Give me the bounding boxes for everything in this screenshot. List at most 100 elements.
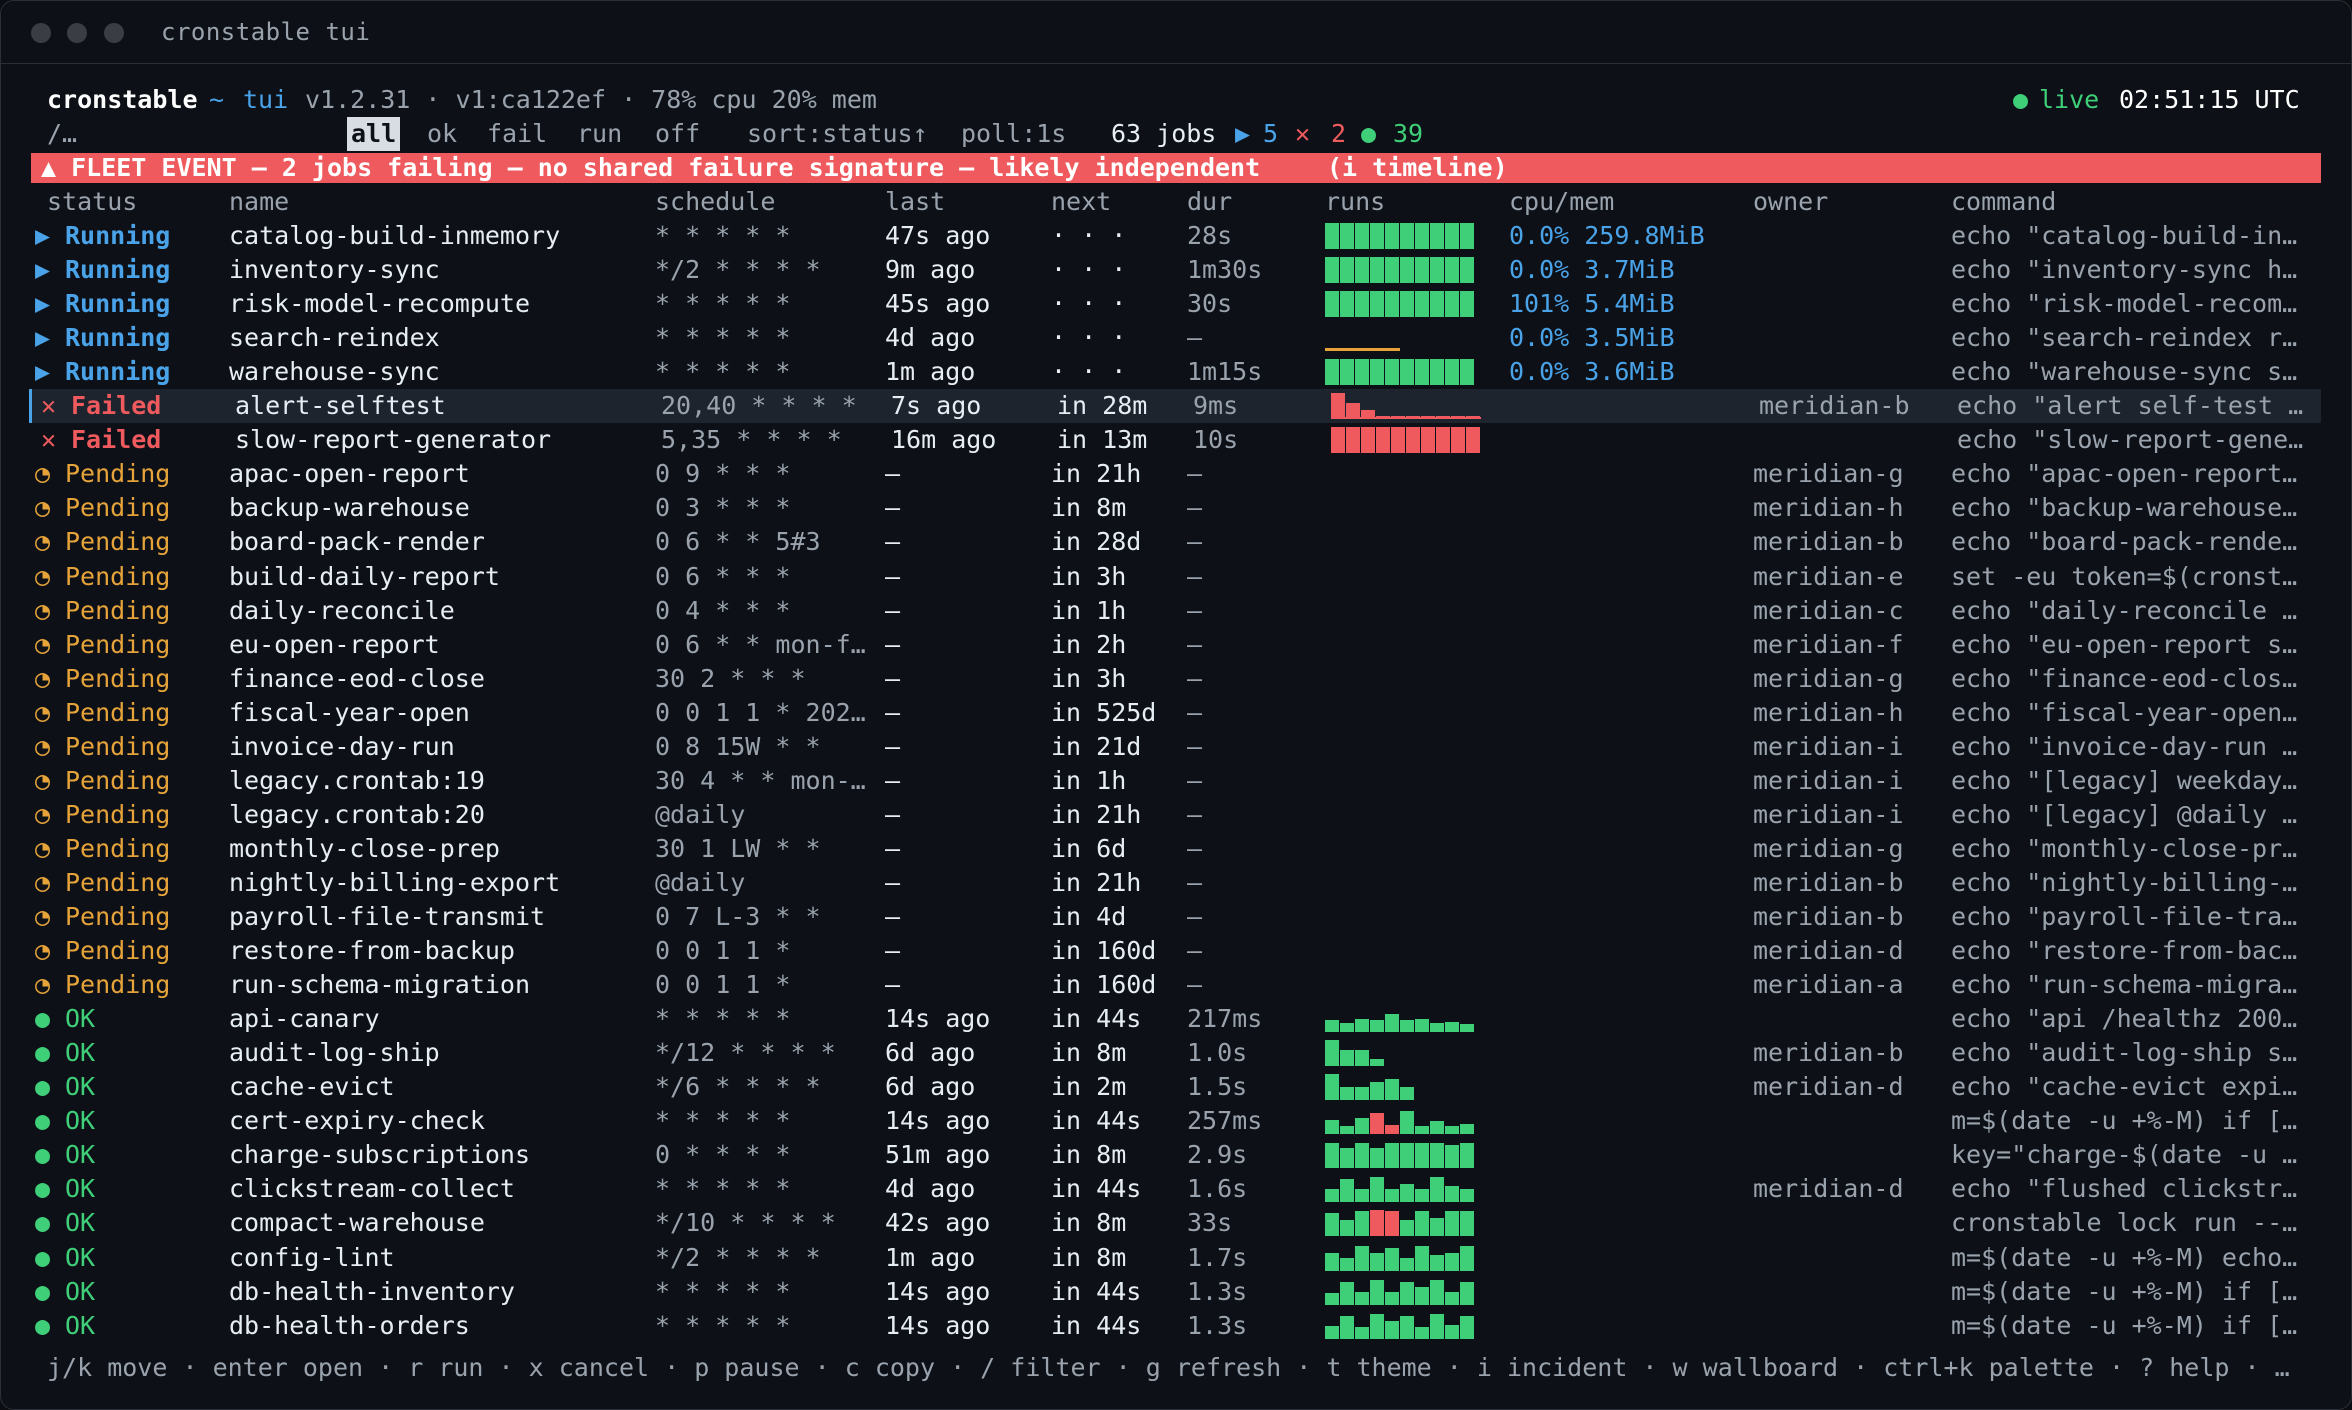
running-icon: ▶ (35, 323, 51, 353)
table-row[interactable]: ● OK clickstream-collect * * * * * 4d ago in … (31, 1172, 2321, 1206)
col-name[interactable]: name (229, 185, 289, 219)
status-label: Pending (65, 697, 171, 727)
table-row[interactable]: ✕ Failed slow-report-generator 5,35 * * * *… (31, 423, 2321, 457)
runs-sparkline (1325, 325, 1477, 352)
tab-fail[interactable]: fail (487, 117, 547, 151)
job-owner: meridian-b (1753, 902, 1904, 931)
pending-icon: ◔ (35, 867, 51, 897)
table-row[interactable]: ◔ Pending payroll-file-transmit 0 7 L-3 * *… (31, 900, 2321, 934)
maximize-dot[interactable] (104, 23, 124, 43)
job-name: legacy.crontab:20 (229, 799, 485, 829)
table-row[interactable]: ◔ Pending finance-eod-close 30 2 * * * — in 3… (31, 662, 2321, 696)
ok-icon: ● (35, 1310, 51, 1340)
table-row[interactable]: ▶ Running catalog-build-inmemory * * * * * 4… (31, 219, 2321, 253)
table-row[interactable]: ◔ Pending nightly-billing-export @daily — in … (31, 866, 2321, 900)
table-row[interactable]: ✕ Failed alert-selftest 20,40 * * * * 7s ago… (29, 389, 2321, 424)
table-row[interactable]: ◔ Pending backup-warehouse 0 3 * * * — in 8m —… (31, 491, 2321, 525)
table-row[interactable]: ◔ Pending monthly-close-prep 30 1 LW * * — in… (31, 832, 2321, 866)
job-duration: — (1187, 731, 1203, 761)
job-name: monthly-close-prep (229, 833, 500, 863)
table-row[interactable]: ● OK api-canary * * * * * 14s ago in 44s 217ms… (31, 1002, 2321, 1036)
job-cpu-mem: 0.0% 3.7MiB (1509, 255, 1675, 285)
table-row[interactable]: ● OK compact-warehouse */10 * * * * 42s ago i… (31, 1206, 2321, 1240)
job-name: charge-subscriptions (229, 1140, 531, 1170)
running-icon: ▶ (35, 289, 51, 319)
job-next-run: in 13m (1057, 425, 1148, 455)
job-command: echo "fiscal-year-open… (1951, 697, 2298, 727)
table-row[interactable]: ◔ Pending fiscal-year-open 0 0 1 1 * 202… — i… (31, 696, 2321, 730)
table-row[interactable]: ● OK cache-evict */6 * * * * 6d ago in 2m 1.5s… (31, 1070, 2321, 1104)
fleet-event-banner[interactable]: ▲ FLEET EVENT — 2 jobs failing — no shar… (31, 153, 2321, 183)
sparkline-bar (1415, 1326, 1429, 1339)
sparkline-bar (1355, 1189, 1369, 1203)
runs-sparkline (1325, 1176, 1477, 1203)
table-row[interactable]: ● OK db-health-orders * * * * * 14s ago in 44… (31, 1309, 2321, 1343)
close-dot[interactable] (31, 23, 51, 43)
job-name: search-reindex (229, 323, 440, 353)
tab-off[interactable]: off (655, 117, 700, 151)
col-next[interactable]: next (1051, 185, 1111, 219)
banner-timeline-action[interactable]: (i timeline) (1327, 153, 1508, 183)
col-status[interactable]: status (47, 185, 137, 219)
job-name: eu-open-report (229, 629, 440, 659)
pending-icon: ◔ (35, 765, 51, 795)
job-name: run-schema-migration (229, 970, 531, 1000)
job-schedule: 0 6 * * * (655, 561, 791, 591)
table-row[interactable]: ● OK cert-expiry-check * * * * * 14s ago in 4… (31, 1104, 2321, 1138)
table-row[interactable]: ● OK db-health-inventory * * * * * 14s ago in… (31, 1275, 2321, 1309)
sort-indicator[interactable]: sort:status↑ (747, 117, 928, 151)
table-row[interactable]: ● OK config-lint */2 * * * * 1m ago in 8m 1.7s… (31, 1241, 2321, 1275)
table-row[interactable]: ◔ Pending daily-reconcile 0 4 * * * — in 1h — m… (31, 594, 2321, 628)
col-command[interactable]: command (1951, 185, 2056, 219)
sparkline-bar (1355, 291, 1369, 318)
tab-run[interactable]: run (577, 117, 622, 151)
table-row[interactable]: ▶ Running warehouse-sync * * * * * 1m ago · ·… (31, 355, 2321, 389)
sparkline-bar (1451, 427, 1465, 454)
sparkline-bar (1400, 1315, 1414, 1339)
table-row[interactable]: ◔ Pending legacy.crontab:19 30 4 * * mon-… —… (31, 764, 2321, 798)
job-owner: meridian-b (1753, 867, 1904, 897)
job-last-run: 4d ago (885, 1174, 976, 1204)
minimize-dot[interactable] (67, 23, 87, 43)
col-last[interactable]: last (885, 185, 945, 219)
table-row[interactable]: ◔ Pending eu-open-report 0 6 * * mon-f… — in … (31, 628, 2321, 662)
col-owner[interactable]: owner (1753, 185, 1828, 219)
table-row[interactable]: ◔ Pending run-schema-migration 0 0 1 1 * — in… (31, 968, 2321, 1002)
tab-all[interactable]: all (347, 117, 401, 151)
runs-sparkline (1325, 1040, 1477, 1067)
table-row[interactable]: ◔ Pending invoice-day-run 0 8 15W * * — in 21… (31, 730, 2321, 764)
col-schedule[interactable]: schedule (655, 185, 775, 219)
col-cpu-mem[interactable]: cpu/mem (1509, 185, 1614, 219)
table-row[interactable]: ▶ Running risk-model-recompute * * * * * 45s… (31, 287, 2321, 321)
sparkline-bar (1430, 257, 1444, 284)
sparkline-bar (1355, 1050, 1369, 1067)
table-row[interactable]: ◔ Pending apac-open-report 0 9 * * * — in 21h… (31, 457, 2321, 491)
sparkline-bar (1400, 257, 1414, 284)
sparkline-bar (1385, 257, 1399, 284)
job-duration: — (1187, 936, 1203, 966)
tab-ok[interactable]: ok (427, 117, 457, 151)
sparkline-bar (1460, 1245, 1474, 1271)
status-label: Running (65, 323, 171, 353)
table-row[interactable]: ◔ Pending board-pack-render 0 6 * * 5#3 — in … (31, 525, 2321, 559)
job-schedule: */6 * * * * (655, 1072, 821, 1102)
table-row[interactable]: ▶ Running search-reindex * * * * * 4d ago · ·… (31, 321, 2321, 355)
col-runs[interactable]: runs (1325, 185, 1385, 219)
table-row[interactable]: ◔ Pending restore-from-backup 0 0 1 1 * — in … (31, 934, 2321, 968)
job-schedule: 0 6 * * 5#3 (655, 527, 821, 557)
table-row[interactable]: ◔ Pending legacy.crontab:20 @daily — in 21h — m… (31, 798, 2321, 832)
table-row[interactable]: ◔ Pending build-daily-report 0 6 * * * — in 3… (31, 560, 2321, 594)
job-duration: 9ms (1193, 391, 1239, 421)
sparkline-bar (1361, 427, 1375, 454)
table-row[interactable]: ● OK audit-log-ship */12 * * * * 6d ago in 8m… (31, 1036, 2321, 1070)
col-dur[interactable]: dur (1187, 185, 1232, 219)
sparkline-bar (1325, 1252, 1339, 1271)
job-name: cache-evict (229, 1072, 395, 1102)
table-row[interactable]: ▶ Running inventory-sync */2 * * * * 9m ago ·… (31, 253, 2321, 287)
job-owner: meridian-a (1753, 970, 1904, 1000)
table-row[interactable]: ● OK charge-subscriptions 0 * * * * 51m ago i… (31, 1138, 2321, 1172)
job-schedule: 0 8 15W * * (655, 731, 821, 761)
sparkline-bar (1385, 1014, 1399, 1033)
sparkline-bar (1430, 1218, 1444, 1237)
job-last-run: 42s ago (885, 1208, 991, 1238)
